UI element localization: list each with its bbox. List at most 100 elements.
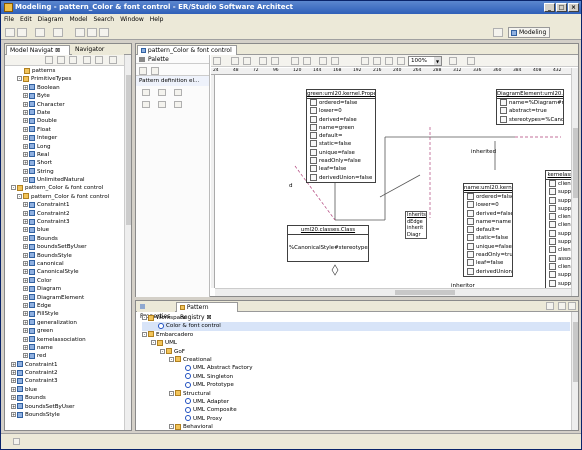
class-attribute[interactable]: clientDerived=false <box>546 246 571 254</box>
tree-item[interactable]: + boundsSetByUser <box>5 243 124 251</box>
tree-item[interactable]: UML Prototype <box>142 381 570 389</box>
expand-icon[interactable]: + <box>23 168 28 174</box>
expand-icon[interactable]: + <box>23 135 28 141</box>
tab-diagram[interactable]: pattern_Color & font control ⊠ <box>137 45 237 64</box>
diagram-canvas[interactable]: green:uml20.kernel.Propertyordered=false… <box>215 75 571 288</box>
class-attribute[interactable]: lower=0 <box>307 107 375 115</box>
link-tool-icon[interactable] <box>142 101 150 108</box>
registry-scroll-thumb[interactable] <box>573 322 578 382</box>
maximize-button[interactable]: □ <box>556 3 567 12</box>
tree-item[interactable]: + kernelassociation <box>5 336 124 344</box>
attribute-tool-icon[interactable] <box>158 89 166 96</box>
class-attribute[interactable]: readOnly=true <box>464 251 512 259</box>
tree-item[interactable]: + String <box>5 168 124 176</box>
canvas-v-scrollbar[interactable] <box>571 68 578 296</box>
expand-icon[interactable]: + <box>11 386 16 392</box>
tree-item[interactable]: + boundsSetByUser <box>5 403 124 411</box>
tree-item[interactable]: + Constraint2 <box>5 369 124 377</box>
tree-item[interactable]: + Character <box>5 101 124 109</box>
tree-item[interactable]: + Integer <box>5 134 124 142</box>
expand-icon[interactable]: + <box>23 93 28 99</box>
class-attribute[interactable]: ordered=false <box>307 99 375 107</box>
tree-item[interactable]: + blue <box>5 386 124 394</box>
minimize-view-icon[interactable] <box>558 302 566 310</box>
layout-icon[interactable] <box>231 57 239 65</box>
tree-item[interactable]: + Real <box>5 151 124 159</box>
class-attribute[interactable]: unique=false <box>307 149 375 157</box>
tree-item[interactable]: + Color <box>5 277 124 285</box>
menu-edit[interactable]: Edit <box>17 14 35 25</box>
expand-icon[interactable]: + <box>23 286 28 292</box>
menu-window[interactable]: Window <box>117 14 147 25</box>
class-attribute[interactable]: ordered=false <box>464 193 512 201</box>
h-scroll-thumb[interactable] <box>395 290 455 295</box>
operation-tool-icon[interactable] <box>174 89 182 96</box>
expand-icon[interactable]: + <box>23 252 28 258</box>
class-attribute[interactable]: supplierReadOnly=false <box>546 188 571 196</box>
tree-item[interactable]: + Bounds <box>5 235 124 243</box>
tab-model-navigator[interactable]: Model Navigat ⊠ <box>6 45 70 55</box>
tree-item[interactable]: - UML <box>142 339 570 347</box>
expand-icon[interactable]: + <box>23 269 28 275</box>
class-attribute[interactable]: derivedUnion=false <box>464 268 512 276</box>
expand-icon[interactable]: + <box>23 210 28 216</box>
class-attribute[interactable]: readOnly=false <box>307 157 375 165</box>
expand-icon[interactable]: + <box>23 109 28 115</box>
expand-icon[interactable]: + <box>23 328 28 334</box>
tree-item[interactable]: + Constraint1 <box>5 361 124 369</box>
tree-item[interactable]: - Creational <box>142 356 570 364</box>
collapse-icon[interactable]: - <box>151 340 156 346</box>
tree-item[interactable]: + green <box>5 327 124 335</box>
tree-item[interactable]: + BoundsStyle <box>5 252 124 260</box>
zoom-in-icon[interactable] <box>361 57 369 65</box>
tree-item[interactable]: + Diagram <box>5 285 124 293</box>
collapse-all-icon[interactable] <box>83 56 91 64</box>
arrange-icon[interactable] <box>319 57 327 65</box>
color-icon[interactable] <box>271 57 279 65</box>
tree-item[interactable]: - PrimitiveTypes <box>5 75 124 83</box>
route-icon[interactable] <box>291 57 299 65</box>
expand-icon[interactable]: + <box>23 336 28 342</box>
maximize-view-icon[interactable] <box>568 302 576 310</box>
tree-item[interactable]: + DiagramElement <box>5 294 124 302</box>
expand-icon[interactable]: + <box>23 311 28 317</box>
class-kernelassociation[interactable]: kernelassociation:uml20.kernel.Assclient… <box>545 170 571 288</box>
zoom-fit-icon[interactable] <box>385 57 393 65</box>
inherits-note[interactable]: Inherits dEdge inherit Diagr <box>405 211 427 239</box>
collapse-icon[interactable]: - <box>17 193 22 199</box>
tree-item[interactable]: - Workspace <box>142 314 570 322</box>
class-attribute[interactable]: name=name <box>464 218 512 226</box>
class-attribute[interactable]: supplierUnique=true <box>546 197 571 205</box>
search-icon[interactable] <box>53 28 63 37</box>
tree-item[interactable]: + blue <box>5 226 124 234</box>
print-icon[interactable] <box>35 28 45 37</box>
connect-icon[interactable] <box>303 57 311 65</box>
tree-item[interactable]: + Boolean <box>5 84 124 92</box>
class-attribute[interactable]: derivedUnion=false <box>307 174 375 182</box>
tree-item[interactable]: - Structural <box>142 390 570 398</box>
class-attribute[interactable]: name=%Diagram#name%Element <box>497 99 563 107</box>
collapse-icon[interactable]: - <box>169 424 174 430</box>
menu-search[interactable]: Search <box>90 14 117 25</box>
class-attribute[interactable]: leaf=false <box>307 165 375 173</box>
collapse-icon[interactable]: - <box>169 356 174 362</box>
back-icon[interactable] <box>75 28 85 37</box>
new-icon[interactable] <box>5 28 15 37</box>
tree-item[interactable]: UML Abstract Factory <box>142 364 570 372</box>
collapse-icon[interactable]: - <box>11 185 16 191</box>
tree-item[interactable]: + FillStyle <box>5 310 124 318</box>
tree-item[interactable]: + CanonicalStyle <box>5 268 124 276</box>
print-diagram-icon[interactable] <box>467 57 475 65</box>
class-attribute[interactable]: associatesType=aggregation <box>546 255 571 263</box>
zoom-page-icon[interactable] <box>397 57 405 65</box>
expand-icon[interactable]: + <box>23 126 28 132</box>
class-attribute[interactable]: supplierCardinality=0..* <box>546 205 571 213</box>
tree-item[interactable]: + Short <box>5 159 124 167</box>
class-attribute[interactable]: unique=false <box>464 243 512 251</box>
tree-item[interactable]: Color & font control <box>142 322 570 331</box>
expand-icon[interactable]: + <box>23 202 28 208</box>
grid-icon[interactable] <box>449 57 457 65</box>
link-editor-icon[interactable] <box>95 56 103 64</box>
class-attribute[interactable]: default= <box>307 132 375 140</box>
tree-item[interactable]: + Float <box>5 126 124 134</box>
